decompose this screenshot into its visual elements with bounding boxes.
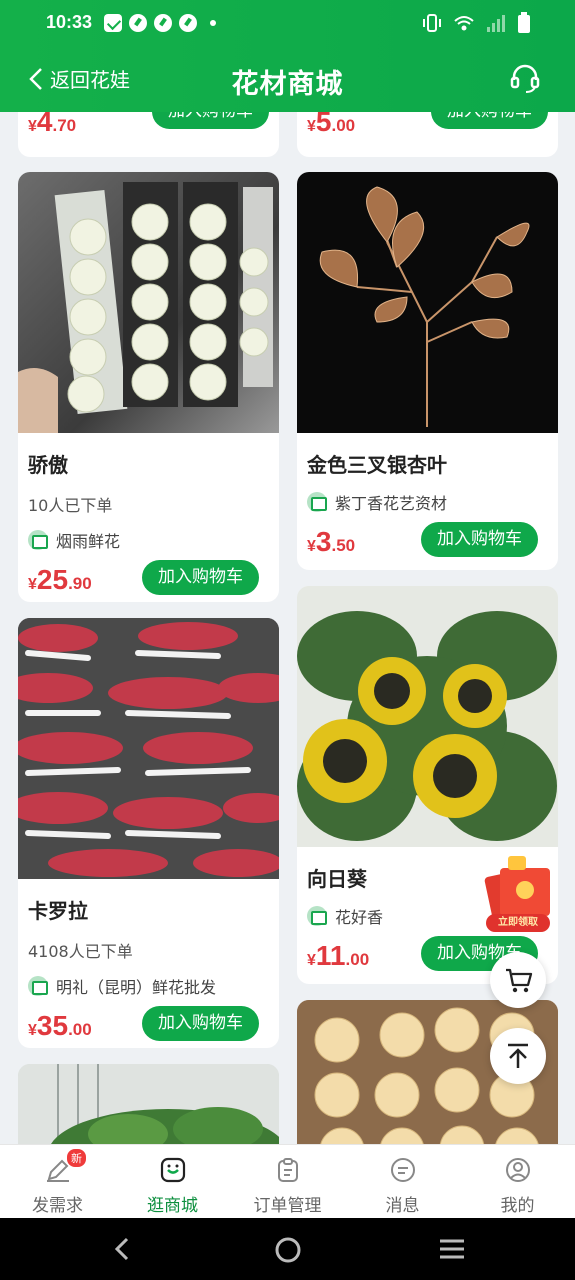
white-roses-photo	[18, 182, 273, 433]
more-notifications-dot	[210, 20, 216, 26]
message-icon	[391, 1158, 415, 1182]
vibrate-icon	[423, 14, 441, 32]
product-card[interactable]: ¥5.00 加入购物车	[297, 112, 558, 157]
headset-icon	[510, 64, 540, 93]
product-name: 骄傲	[28, 453, 68, 477]
promo-label: 立即领取	[486, 914, 550, 932]
store-icon	[28, 530, 48, 550]
product-card[interactable]	[18, 1064, 279, 1144]
app-header: 10:33 返回花娃 花材商城	[0, 0, 575, 112]
product-card[interactable]: 骄傲 10人已下单 烟雨鲜花 ¥25.90 加入购物车	[18, 172, 279, 602]
shop-info[interactable]: 烟雨鲜花	[28, 528, 269, 552]
add-to-cart-button[interactable]: 加入购物车	[421, 522, 538, 557]
sunflowers-photo	[297, 586, 558, 847]
back-to-top-button[interactable]	[490, 1028, 546, 1084]
shop-info[interactable]: 紫丁香花艺资材	[307, 490, 548, 514]
customer-service-button[interactable]	[509, 62, 541, 98]
status-time: 10:33	[46, 12, 93, 32]
status-bar: 10:33	[0, 0, 575, 48]
nav-bar: 返回花娃 花材商城	[0, 52, 575, 108]
product-price: ¥25.90	[28, 564, 92, 595]
product-price: ¥4.70	[28, 112, 77, 137]
tab-shop[interactable]: 逛商城	[115, 1145, 230, 1219]
app-notification-icon	[179, 14, 197, 32]
app-notification-icon	[154, 14, 172, 32]
product-image[interactable]	[18, 172, 279, 433]
product-grid[interactable]: ¥4.70 加入购物车 ¥5.00 加入购物车	[0, 112, 575, 1144]
store-icon	[307, 906, 327, 926]
add-to-cart-button[interactable]: 加入购物车	[142, 560, 259, 595]
tab-label: 发需求	[32, 1196, 83, 1216]
product-image[interactable]	[297, 172, 558, 433]
tab-label: 逛商城	[147, 1196, 198, 1216]
add-to-cart-button[interactable]: 加入购物车	[142, 1006, 259, 1041]
clipboard-icon	[278, 1158, 298, 1182]
product-card[interactable]: 卡罗拉 4108人已下单 明礼（昆明）鲜花批发 ¥35.00 加入购物车	[18, 618, 279, 1048]
green-foliage-photo	[18, 1064, 279, 1144]
red-packet-promo[interactable]: 立即领取	[478, 852, 558, 932]
wifi-icon	[454, 16, 474, 31]
order-count: 10人已下单	[28, 496, 113, 515]
add-to-cart-button[interactable]: 加入购物车	[431, 112, 548, 129]
shop-name: 烟雨鲜花	[56, 532, 121, 551]
red-roses-bundles-photo	[18, 618, 279, 879]
tab-orders[interactable]: 订单管理	[230, 1145, 345, 1219]
product-name: 金色三叉银杏叶	[307, 453, 447, 477]
store-icon	[28, 976, 48, 996]
system-back-icon[interactable]	[110, 1236, 134, 1262]
shop-name: 紫丁香花艺资材	[335, 494, 448, 513]
product-card[interactable]: 金色三叉银杏叶 紫丁香花艺资材 ¥3.50 加入购物车	[297, 172, 558, 570]
shop-icon	[160, 1157, 186, 1183]
battery-icon	[518, 12, 530, 33]
system-status-icons	[421, 12, 531, 34]
shop-info[interactable]: 明礼（昆明）鲜花批发	[28, 974, 269, 998]
product-card[interactable]: ¥4.70 加入购物车	[18, 112, 279, 157]
new-badge: 新	[67, 1149, 86, 1167]
product-price: ¥3.50	[307, 526, 356, 557]
red-envelope-icon	[484, 856, 550, 920]
product-price: ¥5.00	[307, 112, 356, 137]
mail-notification-icon	[104, 14, 122, 32]
product-price: ¥35.00	[28, 1010, 92, 1041]
signal-icon	[487, 15, 505, 32]
system-nav-bar	[0, 1218, 575, 1280]
page-title: 花材商城	[231, 69, 344, 100]
store-icon	[307, 492, 327, 512]
notification-icons	[104, 14, 216, 32]
golden-ginkgo-photo	[319, 186, 530, 427]
tab-messages[interactable]: 消息	[345, 1145, 460, 1219]
user-icon	[506, 1158, 530, 1182]
cart-icon	[506, 968, 533, 993]
shop-name: 花好香	[335, 908, 384, 927]
tab-label: 我的	[500, 1196, 535, 1216]
product-image[interactable]	[18, 618, 279, 879]
app-notification-icon	[129, 14, 147, 32]
tab-profile[interactable]: 我的	[460, 1145, 575, 1219]
system-menu-icon[interactable]	[438, 1236, 466, 1262]
product-image[interactable]	[18, 1064, 279, 1144]
system-home-icon[interactable]	[274, 1236, 302, 1264]
product-price: ¥11.00	[307, 940, 370, 971]
tab-label: 订单管理	[253, 1196, 322, 1216]
add-to-cart-button[interactable]: 加入购物车	[152, 112, 269, 129]
tab-label: 消息	[385, 1196, 420, 1216]
cart-fab[interactable]	[490, 952, 546, 1008]
product-name: 卡罗拉	[28, 899, 88, 923]
shop-name: 明礼（昆明）鲜花批发	[56, 978, 217, 997]
bottom-tab-bar: 新 发需求 逛商城 订单管理 消息 我的	[0, 1144, 575, 1218]
product-image[interactable]	[297, 586, 558, 847]
tab-post-demand[interactable]: 新 发需求	[0, 1145, 115, 1219]
order-count: 4108人已下单	[28, 942, 133, 961]
arrow-up-icon	[508, 1043, 528, 1068]
